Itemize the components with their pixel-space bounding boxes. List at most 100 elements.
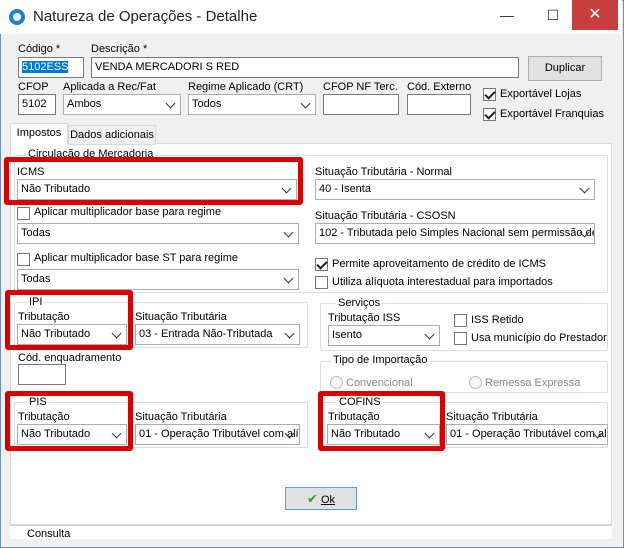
mult-base-st-label: Aplicar multiplicador base ST para regim… bbox=[34, 252, 238, 264]
tab-impostos[interactable]: Impostos bbox=[10, 123, 68, 145]
chevron-down-icon bbox=[425, 429, 435, 439]
tributacao-iss-value: Isento bbox=[332, 329, 362, 341]
aplicada-value: Ambos bbox=[67, 98, 102, 110]
sit-trib-csosn-value: 102 - Tributada pelo Simples Nacional se… bbox=[319, 227, 594, 239]
cod-enquadramento-field[interactable] bbox=[18, 364, 66, 385]
mult-base-st-value: Todas bbox=[21, 273, 51, 285]
pis-tributacao-label: Tributação bbox=[18, 411, 70, 423]
mult-base-regime-label: Aplicar multiplicador base para regime bbox=[34, 206, 222, 218]
regime-label: Regime Aplicado (CRT) bbox=[188, 81, 304, 93]
usa-municipio-checkbox[interactable] bbox=[454, 332, 467, 345]
exportavel-franquias-checkbox[interactable] bbox=[483, 108, 496, 121]
cofins-title: COFINS bbox=[337, 396, 383, 408]
mult-base-regime-select[interactable]: Todas bbox=[17, 223, 299, 244]
maximize-button[interactable]: ☐ bbox=[530, 0, 576, 30]
cfop-field[interactable]: 5102 bbox=[18, 94, 56, 115]
ipi-title: IPI bbox=[27, 296, 45, 308]
usa-municipio-label: Usa município do Prestador bbox=[471, 332, 607, 344]
ipi-situacao-label: Situação Tributária bbox=[135, 311, 227, 323]
importacao-title: Tipo de Importação bbox=[331, 354, 430, 366]
descricao-label: Descrição * bbox=[91, 43, 148, 55]
sit-trib-normal-label: Situação Tributária - Normal bbox=[315, 166, 452, 178]
cod-externo-label: Cód. Externo bbox=[407, 81, 472, 93]
tab-dados-adicionais[interactable]: Dados adicionais bbox=[68, 125, 156, 145]
chevron-down-icon bbox=[580, 184, 590, 194]
permite-credito-label: Permite aproveitamento de crédito de ICM… bbox=[332, 258, 546, 270]
remessa-radio[interactable] bbox=[469, 376, 482, 389]
exportavel-franquias-label: Exportável Franquias bbox=[500, 108, 604, 120]
app-icon bbox=[9, 9, 25, 25]
ipi-situacao-value: 03 - Entrada Não-Tributada bbox=[139, 328, 273, 340]
cofins-situacao-label: Situação Tributária bbox=[446, 411, 538, 423]
duplicar-button[interactable]: Duplicar bbox=[528, 56, 602, 81]
cofins-tributacao-label: Tributação bbox=[328, 411, 380, 423]
mult-base-regime-checkbox[interactable] bbox=[17, 207, 30, 220]
remessa-label: Remessa Expressa bbox=[485, 377, 581, 389]
close-button[interactable]: ✕ bbox=[572, 0, 618, 30]
ipi-tributacao-label: Tributação bbox=[18, 311, 70, 323]
sit-trib-normal-select[interactable]: 40 - Isenta bbox=[315, 179, 595, 200]
exportavel-lojas-label: Exportável Lojas bbox=[500, 88, 582, 100]
convencional-radio[interactable] bbox=[330, 376, 343, 389]
check-icon: ✔ bbox=[306, 491, 318, 506]
regime-value: Todos bbox=[192, 98, 222, 110]
cfop-label: CFOP bbox=[18, 81, 49, 93]
iss-retido-label: ISS Retido bbox=[471, 314, 524, 326]
cod-enquadramento-label: Cód. enquadramento bbox=[18, 352, 122, 364]
chevron-down-icon bbox=[284, 274, 294, 284]
chevron-down-icon bbox=[112, 429, 122, 439]
status-text: Consulta bbox=[27, 528, 71, 540]
cfop-nf-terc-field[interactable] bbox=[323, 94, 399, 115]
convencional-label: Convencional bbox=[346, 377, 413, 389]
tributacao-iss-label: Tributação ISS bbox=[328, 312, 401, 324]
codigo-label: Código * bbox=[18, 43, 61, 55]
cofins-tributacao-select[interactable]: Não Tributado bbox=[327, 424, 440, 445]
sit-trib-normal-value: 40 - Isenta bbox=[319, 183, 371, 195]
icms-label: ICMS bbox=[17, 166, 45, 178]
icms-value: Não Tributado bbox=[21, 183, 91, 195]
pis-tributacao-value: Não Tributado bbox=[21, 428, 91, 440]
cofins-situacao-select[interactable]: 01 - Operação Tributável com alíquota bá… bbox=[446, 424, 608, 445]
icms-select[interactable]: Não Tributado bbox=[17, 179, 297, 200]
codigo-field[interactable]: 5102ESS bbox=[18, 57, 84, 78]
chevron-down-icon bbox=[166, 99, 176, 109]
tributacao-iss-select[interactable]: Isento bbox=[328, 325, 440, 346]
chevron-down-icon bbox=[285, 329, 295, 339]
iss-retido-checkbox[interactable] bbox=[454, 314, 467, 327]
chevron-down-icon bbox=[425, 330, 435, 340]
chevron-down-icon bbox=[593, 429, 603, 439]
chevron-down-icon bbox=[301, 99, 311, 109]
aplicada-label: Aplicada a Rec/Fat bbox=[63, 81, 156, 93]
chevron-down-icon bbox=[282, 184, 292, 194]
pis-situacao-value: 01 - Operação Tributável com alíquota bá… bbox=[139, 428, 299, 440]
pis-situacao-select[interactable]: 01 - Operação Tributável com alíquota bá… bbox=[135, 424, 300, 445]
descricao-field[interactable]: VENDA MERCADORI S RED bbox=[91, 57, 519, 78]
ipi-tributacao-value: Não Tributado bbox=[21, 328, 91, 340]
status-bar bbox=[10, 525, 612, 539]
exportavel-lojas-checkbox[interactable] bbox=[483, 88, 496, 101]
cofins-tributacao-value: Não Tributado bbox=[331, 428, 401, 440]
mult-base-regime-value: Todas bbox=[21, 227, 51, 239]
aliquota-interestadual-label: Utiliza alíquota interestadual para impo… bbox=[332, 276, 553, 288]
mult-base-st-select[interactable]: Todas bbox=[17, 269, 299, 290]
aplicada-select[interactable]: Ambos bbox=[63, 94, 181, 115]
permite-credito-checkbox[interactable] bbox=[315, 258, 328, 271]
sit-trib-csosn-select[interactable]: 102 - Tributada pelo Simples Nacional se… bbox=[315, 223, 595, 244]
chevron-down-icon bbox=[112, 329, 122, 339]
regime-select[interactable]: Todos bbox=[188, 94, 316, 115]
cod-externo-field[interactable] bbox=[407, 94, 471, 115]
cofins-situacao-value: 01 - Operação Tributável com alíquota bá… bbox=[450, 428, 607, 440]
sit-trib-csosn-label: Situação Tributária - CSOSN bbox=[315, 210, 456, 222]
chevron-down-icon bbox=[580, 228, 590, 238]
aliquota-interestadual-checkbox[interactable] bbox=[315, 276, 328, 289]
pis-situacao-label: Situação Tributária bbox=[135, 411, 227, 423]
ipi-situacao-select[interactable]: 03 - Entrada Não-Tributada bbox=[135, 324, 300, 345]
ipi-tributacao-select[interactable]: Não Tributado bbox=[17, 324, 127, 345]
chevron-down-icon bbox=[284, 228, 294, 238]
minimize-button[interactable]: — bbox=[484, 0, 530, 30]
servicos-title: Serviços bbox=[336, 297, 383, 309]
pis-tributacao-select[interactable]: Não Tributado bbox=[17, 424, 127, 445]
ok-button[interactable]: ✔ Ok bbox=[285, 487, 357, 510]
mult-base-st-checkbox[interactable] bbox=[17, 253, 30, 266]
pis-title: PIS bbox=[27, 396, 49, 408]
